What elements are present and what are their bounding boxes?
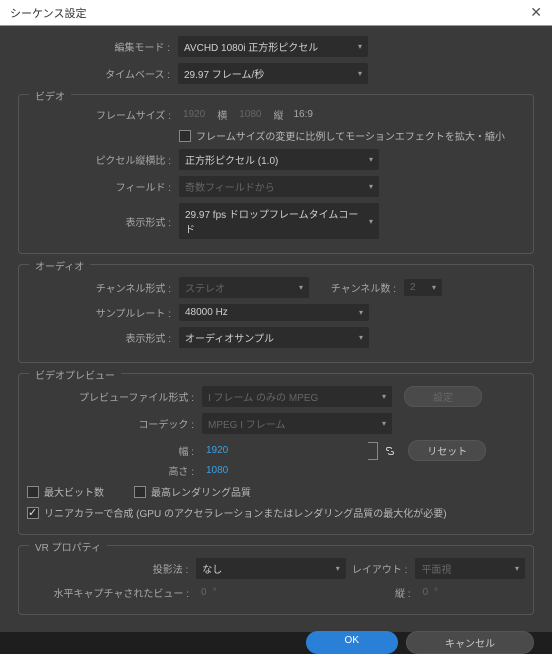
scale-effects-label: フレームサイズの変更に比例してモーションエフェクトを拡大・縮小	[196, 128, 505, 143]
layout-value: 平面視	[421, 561, 451, 576]
chfmt-label: チャンネル形式 :	[27, 280, 179, 295]
chfmt-dropdown: ステレオ ▾	[179, 277, 309, 298]
chevron-down-icon: ▾	[359, 308, 363, 317]
par-dropdown[interactable]: 正方形ピクセル (1.0) ▾	[179, 149, 379, 170]
configure-button: 設定	[404, 386, 482, 407]
button-bar: OK キャンセル	[18, 621, 534, 654]
par-value: 正方形ピクセル (1.0)	[185, 152, 278, 167]
horiz-value: 0	[197, 587, 211, 598]
linear-checkbox[interactable]	[27, 507, 39, 519]
timebase-value: 29.97 フレーム/秒	[184, 66, 264, 81]
codec-dropdown: MPEG I フレーム ▾	[202, 413, 392, 434]
chevron-down-icon: ▾	[299, 283, 303, 292]
chevron-down-icon: ▾	[358, 42, 362, 51]
deg2: °	[432, 587, 440, 598]
cancel-button[interactable]: キャンセル	[406, 631, 534, 654]
vert-value: 0	[419, 587, 433, 598]
codec-value: MPEG I フレーム	[208, 416, 285, 431]
horiz-label: 水平キャプチャされたビュー :	[27, 585, 197, 600]
previewfmt-label: プレビューファイル形式 :	[27, 389, 202, 404]
chevron-down-icon: ▾	[358, 69, 362, 78]
reset-button[interactable]: リセット	[408, 440, 486, 461]
deg1: °	[211, 587, 219, 598]
maxrender-checkbox[interactable]	[134, 486, 146, 498]
audio-section: オーディオ チャンネル形式 : ステレオ ▾ チャンネル数 : 2 ▾ サンプル…	[18, 264, 534, 363]
maxrender-label: 最高レンダリング品質	[151, 484, 251, 499]
fields-label: フィールド :	[27, 179, 179, 194]
vert-label: 縦 :	[389, 585, 419, 600]
audio-heading: オーディオ	[29, 258, 90, 273]
video-section: ビデオ フレームサイズ : 1920 横 1080 縦 16:9 フレームサイズ…	[18, 94, 534, 254]
vdisplay-dropdown[interactable]: 29.97 fps ドロップフレームタイムコード ▾	[179, 203, 379, 239]
layout-dropdown: 平面視 ▾	[415, 558, 525, 579]
pw-value[interactable]: 1920	[202, 445, 232, 456]
video-heading: ビデオ	[29, 88, 71, 103]
close-icon[interactable]: ✕	[530, 4, 542, 21]
chcount-dropdown: 2 ▾	[404, 279, 442, 296]
chcount-value: 2	[410, 282, 416, 293]
adisplay-value: オーディオサンプル	[185, 330, 274, 345]
rate-label: サンプルレート :	[27, 305, 179, 320]
preview-section: ビデオプレビュー プレビューファイル形式 : I フレーム のみの MPEG ▾…	[18, 373, 534, 535]
par-label: ピクセル縦横比 :	[27, 152, 179, 167]
previewfmt-value: I フレーム のみの MPEG	[208, 389, 318, 404]
framesize-width: 1920	[179, 109, 209, 120]
timebase-dropdown[interactable]: 29.97 フレーム/秒 ▾	[178, 63, 368, 84]
editing-mode-value: AVCHD 1080i 正方形ピクセル	[184, 39, 318, 54]
pw-label: 幅 :	[27, 443, 202, 458]
chevron-down-icon: ▾	[359, 333, 363, 342]
fields-value: 奇数フィールドから	[185, 179, 275, 194]
vdisplay-label: 表示形式 :	[27, 214, 179, 229]
maxbit-label: 最大ビット数	[44, 484, 104, 499]
chevron-down-icon: ▾	[432, 283, 436, 292]
dialog-body: 編集モード : AVCHD 1080i 正方形ピクセル ▾ タイムベース : 2…	[0, 26, 552, 632]
layout-label: レイアウト :	[346, 561, 416, 576]
chain-icon[interactable]	[384, 445, 396, 457]
projection-label: 投影法 :	[27, 561, 196, 576]
adisplay-label: 表示形式 :	[27, 330, 179, 345]
vr-heading: VR プロパティ	[29, 539, 107, 554]
chcount-label: チャンネル数 :	[309, 280, 404, 295]
preview-heading: ビデオプレビュー	[29, 367, 121, 382]
framesize-height: 1080	[235, 109, 265, 120]
framesize-mid1: 横	[209, 107, 235, 122]
vr-section: VR プロパティ 投影法 : なし ▾ レイアウト : 平面視 ▾ 水平キャプチ…	[18, 545, 534, 615]
ok-button[interactable]: OK	[306, 631, 398, 654]
fields-dropdown: 奇数フィールドから ▾	[179, 176, 379, 197]
timebase-label: タイムベース :	[18, 66, 178, 81]
chevron-down-icon: ▾	[382, 419, 386, 428]
chevron-down-icon: ▾	[369, 182, 373, 191]
previewfmt-dropdown: I フレーム のみの MPEG ▾	[202, 386, 392, 407]
vdisplay-value: 29.97 fps ドロップフレームタイムコード	[185, 206, 361, 236]
rate-value: 48000 Hz	[185, 307, 228, 318]
linear-label: リニアカラーで合成 (GPU のアクセラレーションまたはレンダリング品質の最大化…	[44, 505, 447, 520]
adisplay-dropdown[interactable]: オーディオサンプル ▾	[179, 327, 369, 348]
chfmt-value: ステレオ	[185, 280, 225, 295]
dialog-title: シーケンス設定	[10, 5, 530, 21]
chevron-down-icon: ▾	[515, 564, 519, 573]
projection-dropdown[interactable]: なし ▾	[196, 558, 345, 579]
ph-label: 高さ :	[27, 463, 202, 478]
framesize-label: フレームサイズ :	[27, 107, 179, 122]
projection-value: なし	[202, 561, 222, 576]
titlebar: シーケンス設定 ✕	[0, 0, 552, 26]
chevron-down-icon: ▾	[369, 155, 373, 164]
scale-effects-checkbox[interactable]	[179, 130, 191, 142]
chevron-down-icon: ▾	[382, 392, 386, 401]
chevron-down-icon: ▾	[336, 564, 340, 573]
maxbit-checkbox[interactable]	[27, 486, 39, 498]
editing-mode-dropdown[interactable]: AVCHD 1080i 正方形ピクセル ▾	[178, 36, 368, 57]
link-bracket-icon	[368, 442, 378, 460]
rate-dropdown[interactable]: 48000 Hz ▾	[179, 304, 369, 321]
codec-label: コーデック :	[27, 416, 202, 431]
chevron-down-icon: ▾	[369, 217, 373, 226]
framesize-aspect: 16:9	[292, 109, 321, 120]
framesize-mid2: 縦	[266, 107, 292, 122]
editing-mode-label: 編集モード :	[18, 39, 178, 54]
ph-value[interactable]: 1080	[202, 465, 232, 476]
